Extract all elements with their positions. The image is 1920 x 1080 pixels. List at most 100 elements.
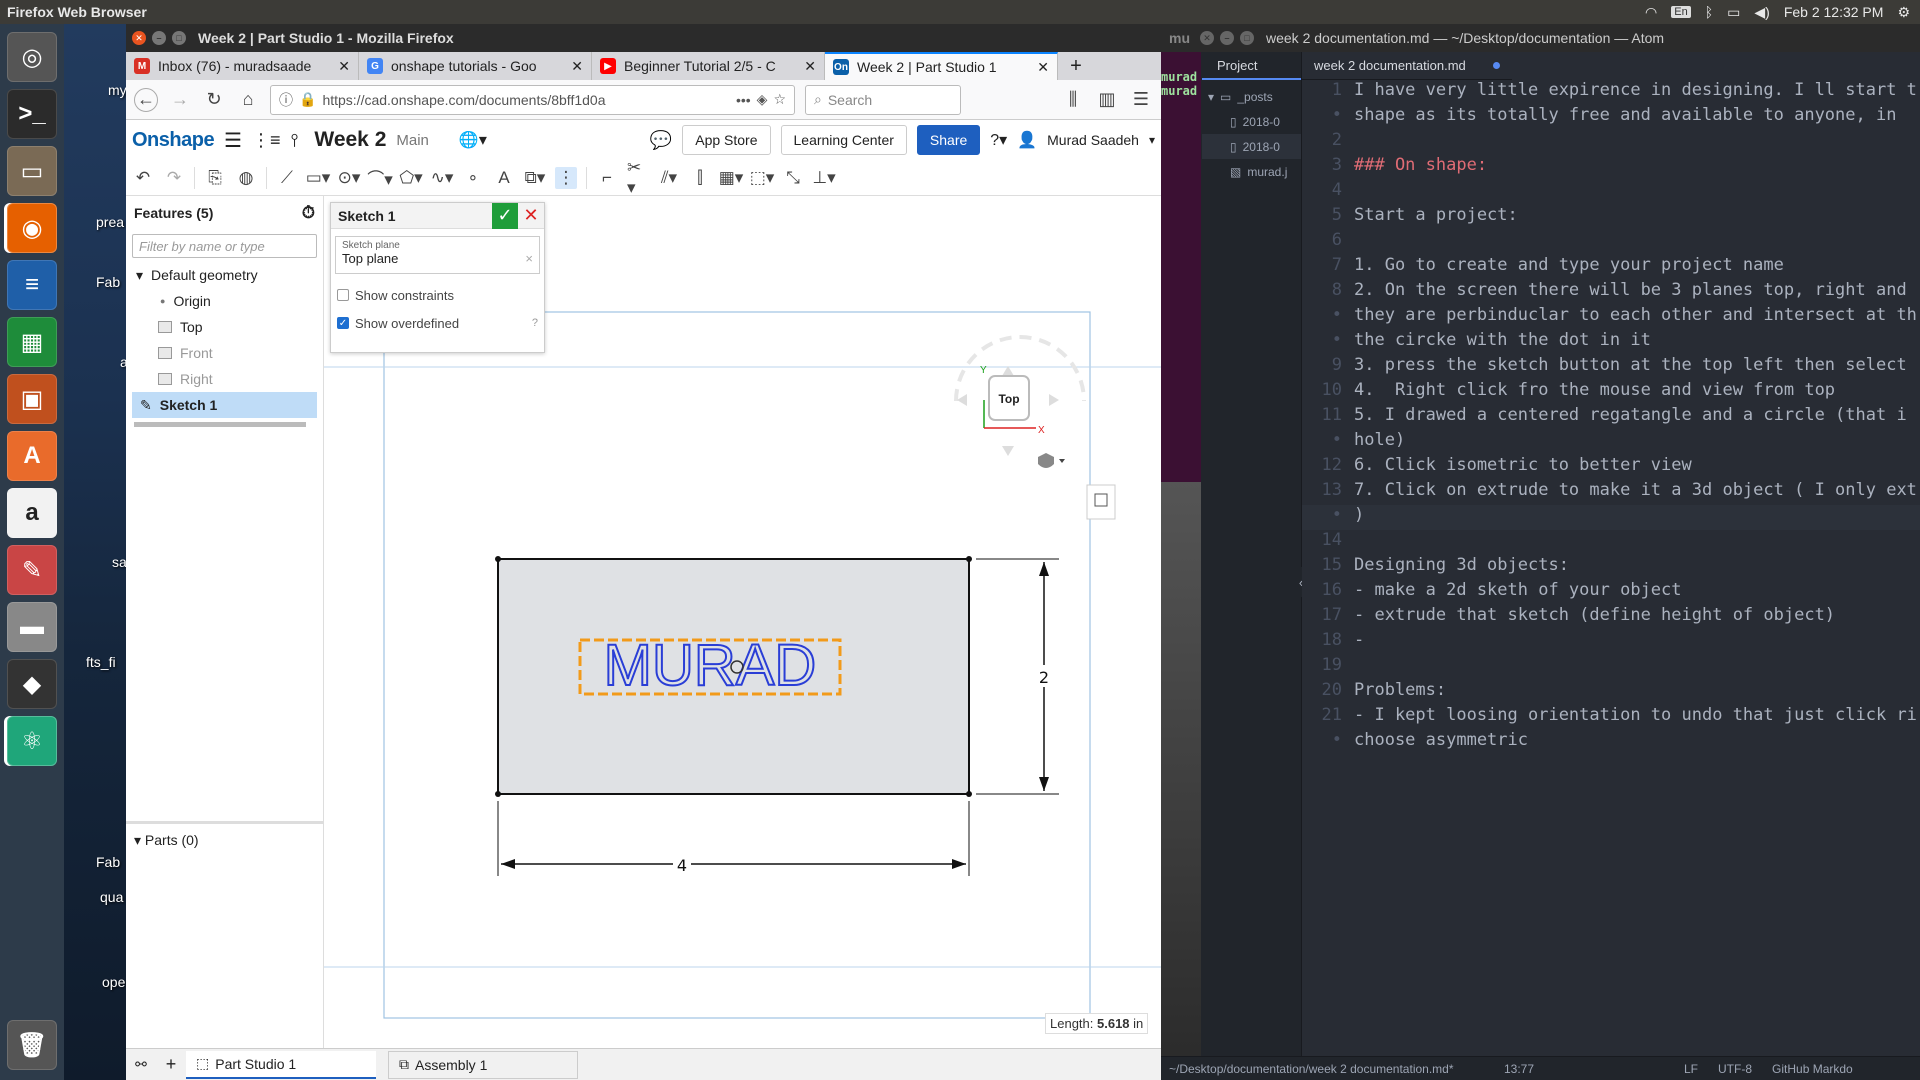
code-line[interactable]: • the circke with the dot in it	[1302, 330, 1920, 355]
dimension-tool-icon[interactable]: ⤡	[782, 167, 804, 189]
system-settings-icon[interactable]: ✎	[7, 545, 57, 595]
browser-tab-gmail[interactable]: M Inbox (76) - muradsaade ✕	[126, 52, 359, 80]
writer-icon[interactable]: ≡	[7, 260, 57, 310]
line-text[interactable]: 2. On the screen there will be 3 planes …	[1354, 280, 1907, 305]
code-area[interactable]: 1 I have very little expirence in designi…	[1302, 80, 1920, 1056]
tree-top-plane[interactable]: Top	[126, 314, 323, 340]
status-file-path[interactable]: ~/Desktop/documentation/week 2 documenta…	[1169, 1062, 1484, 1076]
circle-tool-icon[interactable]: ⊙▾	[338, 167, 361, 189]
code-line[interactable]: 12 6. Click isometric to better view	[1302, 455, 1920, 480]
inkscape-icon[interactable]: ◆	[7, 659, 57, 709]
named-views-icon[interactable]	[1086, 484, 1116, 520]
parts-list[interactable]: ▾ Parts (0)	[126, 821, 324, 861]
code-line[interactable]: 1 I have very little expirence in designi…	[1302, 80, 1920, 105]
code-line[interactable]: 2	[1302, 130, 1920, 155]
constraint-tool-icon[interactable]: ⊥▾	[812, 167, 835, 189]
volume-icon[interactable]: ◀)	[1754, 4, 1769, 21]
user-avatar-icon[interactable]: 👤	[1017, 130, 1037, 150]
tab-part-studio-1[interactable]: ⬚ Part Studio 1	[186, 1050, 376, 1079]
line-text[interactable]: - extrude that sketch (define height of …	[1354, 605, 1835, 630]
tree-default-geometry[interactable]: ▾ Default geometry	[126, 262, 323, 288]
cancel-x-icon[interactable]: ✕	[518, 203, 544, 229]
code-line[interactable]: • choose asymmetric	[1302, 730, 1920, 755]
hamburger-icon[interactable]: ☰	[224, 128, 242, 153]
code-line[interactable]: 10 4. Right click fro the mouse and view …	[1302, 380, 1920, 405]
code-line[interactable]: 5 Start a project:	[1302, 205, 1920, 230]
line-text[interactable]: 6. Click isometric to better view	[1354, 455, 1692, 480]
spline-tool-icon[interactable]: ∿▾	[431, 167, 454, 189]
atom-icon[interactable]: ⚛	[7, 716, 57, 766]
desktop-file-label[interactable]: qua	[100, 889, 123, 905]
line-text[interactable]: Start a project:	[1354, 205, 1518, 230]
desktop-file-label[interactable]: ope	[102, 974, 125, 990]
bookmark-star-icon[interactable]: ☆	[773, 91, 786, 108]
tree-file[interactable]: ▧ murad.j	[1202, 159, 1301, 184]
close-window-icon[interactable]: ✕	[132, 31, 146, 45]
feature-list-icon[interactable]: ⋮≡	[252, 130, 281, 151]
line-text[interactable]: choose asymmetric	[1354, 730, 1528, 755]
comment-icon[interactable]: 💬	[650, 130, 672, 151]
code-line[interactable]: 14	[1302, 530, 1920, 555]
url-text[interactable]: https://cad.onshape.com/documents/8bff1d…	[322, 92, 730, 108]
reload-icon[interactable]: ↻	[202, 88, 226, 112]
trash-icon[interactable]: 🗑	[7, 1020, 57, 1070]
status-grammar[interactable]: GitHub Markdo	[1772, 1062, 1853, 1076]
pattern-tool-icon[interactable]: ▦▾	[719, 167, 744, 189]
rectangle-tool-icon[interactable]: ▭▾	[306, 167, 331, 189]
code-line[interactable]: • shape as its totally free and available…	[1302, 105, 1920, 130]
text-tool-icon[interactable]: A	[493, 167, 515, 189]
add-tab-icon[interactable]: +	[156, 1054, 186, 1075]
rollback-bar[interactable]	[134, 422, 306, 427]
line-text[interactable]: hole)	[1354, 430, 1405, 455]
tree-file[interactable]: ▯ 2018-0	[1202, 109, 1301, 134]
code-line[interactable]: • hole)	[1302, 430, 1920, 455]
sidebar-icon[interactable]: ▥	[1095, 88, 1119, 112]
forward-icon[interactable]: →	[168, 88, 192, 112]
sketch-plane-value[interactable]: Top plane	[342, 251, 398, 266]
accept-checkmark-icon[interactable]: ✓	[492, 202, 518, 229]
desktop-file-label[interactable]: my	[108, 82, 127, 98]
line-text[interactable]: 1. Go to create and type your project na…	[1354, 255, 1784, 280]
sketch-feature-icon[interactable]: ◍	[235, 167, 257, 189]
clear-x-icon[interactable]: ×	[525, 251, 533, 266]
browser-tab-google[interactable]: G onshape tutorials - Goo ✕	[359, 52, 592, 80]
code-line[interactable]: •)	[1302, 505, 1920, 530]
line-text[interactable]: 3. press the sketch button at the top le…	[1354, 355, 1907, 380]
line-tool-icon[interactable]: ⟋	[276, 167, 298, 189]
calc-icon[interactable]: ▦	[7, 317, 57, 367]
polygon-tool-icon[interactable]: ⬠▾	[399, 167, 422, 189]
maximize-window-icon[interactable]: □	[172, 31, 186, 45]
hamburger-menu-icon[interactable]: ☰	[1129, 88, 1153, 112]
line-text[interactable]: )	[1354, 505, 1364, 530]
code-line[interactable]: 11 5. I drawed a centered regatangle and …	[1302, 405, 1920, 430]
use-tool-icon[interactable]: ⧉▾	[524, 167, 546, 189]
line-text[interactable]: Designing 3d objects:	[1354, 555, 1569, 580]
fillet-tool-icon[interactable]: ⌐	[596, 167, 618, 189]
show-overdefined-checkbox[interactable]: ✓	[337, 317, 349, 329]
code-line[interactable]: 19	[1302, 655, 1920, 680]
view-options-shield-icon[interactable]	[1038, 453, 1065, 468]
document-name[interactable]: Week 2	[314, 128, 386, 152]
code-line[interactable]: 16 - make a 2d sketh of your object	[1302, 580, 1920, 605]
tree-sketch-1[interactable]: ✎ Sketch 1	[132, 392, 317, 418]
line-text[interactable]: I have very little expirence in designin…	[1354, 80, 1917, 105]
settings-gear-icon[interactable]: ⚙	[1897, 4, 1910, 21]
point-tool-icon[interactable]: ∘	[462, 167, 484, 189]
sketch-plane-field[interactable]: Sketch plane Top plane ×	[335, 236, 540, 274]
code-line[interactable]: 3 ### On shape:	[1302, 155, 1920, 180]
lock-icon[interactable]: 🔒	[299, 91, 316, 108]
line-text[interactable]: the circke with the dot in it	[1354, 330, 1651, 355]
page-actions-icon[interactable]: •••	[736, 92, 751, 108]
url-bar[interactable]: ⓘ 🔒 https://cad.onshape.com/documents/8b…	[270, 84, 795, 115]
home-icon[interactable]: ⌂	[236, 88, 260, 112]
trim-tool-icon[interactable]: ✂▾	[627, 158, 649, 197]
close-window-icon[interactable]: ✕	[1200, 31, 1214, 45]
search-bar[interactable]: ⌕ Search	[805, 84, 961, 115]
copy-sketch-icon[interactable]: ⎘	[204, 167, 226, 189]
learning-center-button[interactable]: Learning Center	[780, 125, 907, 155]
globe-icon[interactable]: 🌐▾	[459, 130, 487, 150]
editor-tab[interactable]: week 2 documentation.md	[1302, 52, 1512, 80]
battery-icon[interactable]: ▭	[1727, 4, 1740, 21]
clock[interactable]: Feb 2 12:32 PM	[1784, 4, 1884, 20]
amazon-icon[interactable]: a	[7, 488, 57, 538]
